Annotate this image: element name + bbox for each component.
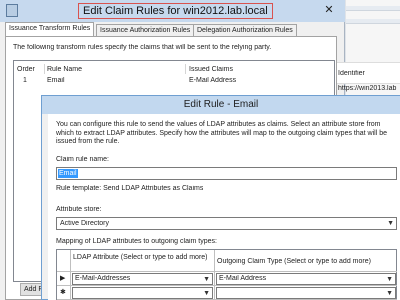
edit-rule-title: Edit Rule - Email bbox=[183, 99, 259, 110]
outgoing-claim-type-value: E-Mail Address bbox=[219, 275, 267, 282]
window-app-icon bbox=[6, 4, 18, 17]
column-header-issued-claims[interactable]: Issued Claims bbox=[189, 66, 233, 73]
outgoing-claim-type-header[interactable]: Outgoing Claim Type (Select or type to a… bbox=[217, 258, 397, 266]
column-divider bbox=[44, 64, 45, 74]
chevron-down-icon[interactable]: ▼ bbox=[203, 274, 210, 286]
chevron-down-icon[interactable]: ▼ bbox=[203, 288, 210, 300]
rule-name-cell[interactable]: Email bbox=[47, 77, 65, 84]
mapping-label: Mapping of LDAP attributes to outgoing c… bbox=[56, 238, 217, 245]
column-header-rule-name[interactable]: Rule Name bbox=[47, 66, 82, 73]
chevron-down-icon[interactable]: ▼ bbox=[386, 274, 393, 286]
identifier-value[interactable]: https://win2013.lab bbox=[338, 85, 400, 92]
attribute-store-value: Active Directory bbox=[60, 220, 110, 227]
grid-divider bbox=[57, 285, 397, 286]
grid-divider bbox=[214, 250, 215, 300]
chevron-down-icon[interactable]: ▼ bbox=[386, 288, 393, 300]
claim-rule-name-label: Claim rule name: bbox=[56, 156, 109, 163]
identifier-column-header[interactable]: Identifier bbox=[338, 70, 365, 77]
toolbar-strip bbox=[346, 6, 400, 11]
chevron-down-icon[interactable]: ▼ bbox=[387, 218, 394, 230]
ldap-attribute-header[interactable]: LDAP Attribute (Select or type to add mo… bbox=[73, 254, 211, 262]
ldap-attribute-select[interactable]: E-Mail-Addresses ▼ bbox=[72, 273, 213, 285]
tab-delegation-authorization-rules[interactable]: Delegation Authorization Rules bbox=[193, 24, 297, 36]
rule-description: You can configure this rule to send the … bbox=[56, 121, 387, 145]
ldap-attribute-select[interactable]: ▼ bbox=[72, 287, 213, 299]
grid-divider bbox=[70, 250, 71, 300]
new-row-asterisk-icon: ✱ bbox=[60, 289, 66, 296]
column-header-order[interactable]: Order bbox=[17, 66, 35, 73]
toolbar-strip bbox=[346, 19, 400, 24]
issued-claims-cell[interactable]: E-Mail Address bbox=[189, 77, 236, 84]
rule-order-cell[interactable]: 1 bbox=[23, 77, 27, 84]
tab-issuance-transform-rules[interactable]: Issuance Transform Rules bbox=[5, 22, 95, 37]
grid-divider bbox=[57, 271, 397, 272]
outgoing-claim-type-select[interactable]: E-Mail Address ▼ bbox=[216, 273, 396, 285]
ldap-attribute-value: E-Mail-Addresses bbox=[75, 275, 131, 282]
claim-rule-name-input[interactable]: Email bbox=[56, 167, 397, 180]
tab-issuance-authorization-rules[interactable]: Issuance Authorization Rules bbox=[96, 24, 195, 36]
edit-claim-rules-title: Edit Claim Rules for win2012.lab.local bbox=[78, 3, 273, 19]
attribute-store-select[interactable]: Active Directory ▼ bbox=[56, 217, 397, 230]
outgoing-claim-type-select[interactable]: ▼ bbox=[216, 287, 396, 299]
column-divider bbox=[185, 64, 186, 74]
close-icon[interactable]: ✕ bbox=[318, 3, 340, 18]
claim-rule-name-value: Email bbox=[58, 169, 78, 178]
rule-template-text: Rule template: Send LDAP Attributes as C… bbox=[56, 185, 204, 192]
attribute-store-label: Attribute store: bbox=[56, 206, 102, 213]
rules-description: The following transform rules specify th… bbox=[13, 44, 272, 51]
current-row-arrow-icon: ▶ bbox=[60, 275, 66, 282]
